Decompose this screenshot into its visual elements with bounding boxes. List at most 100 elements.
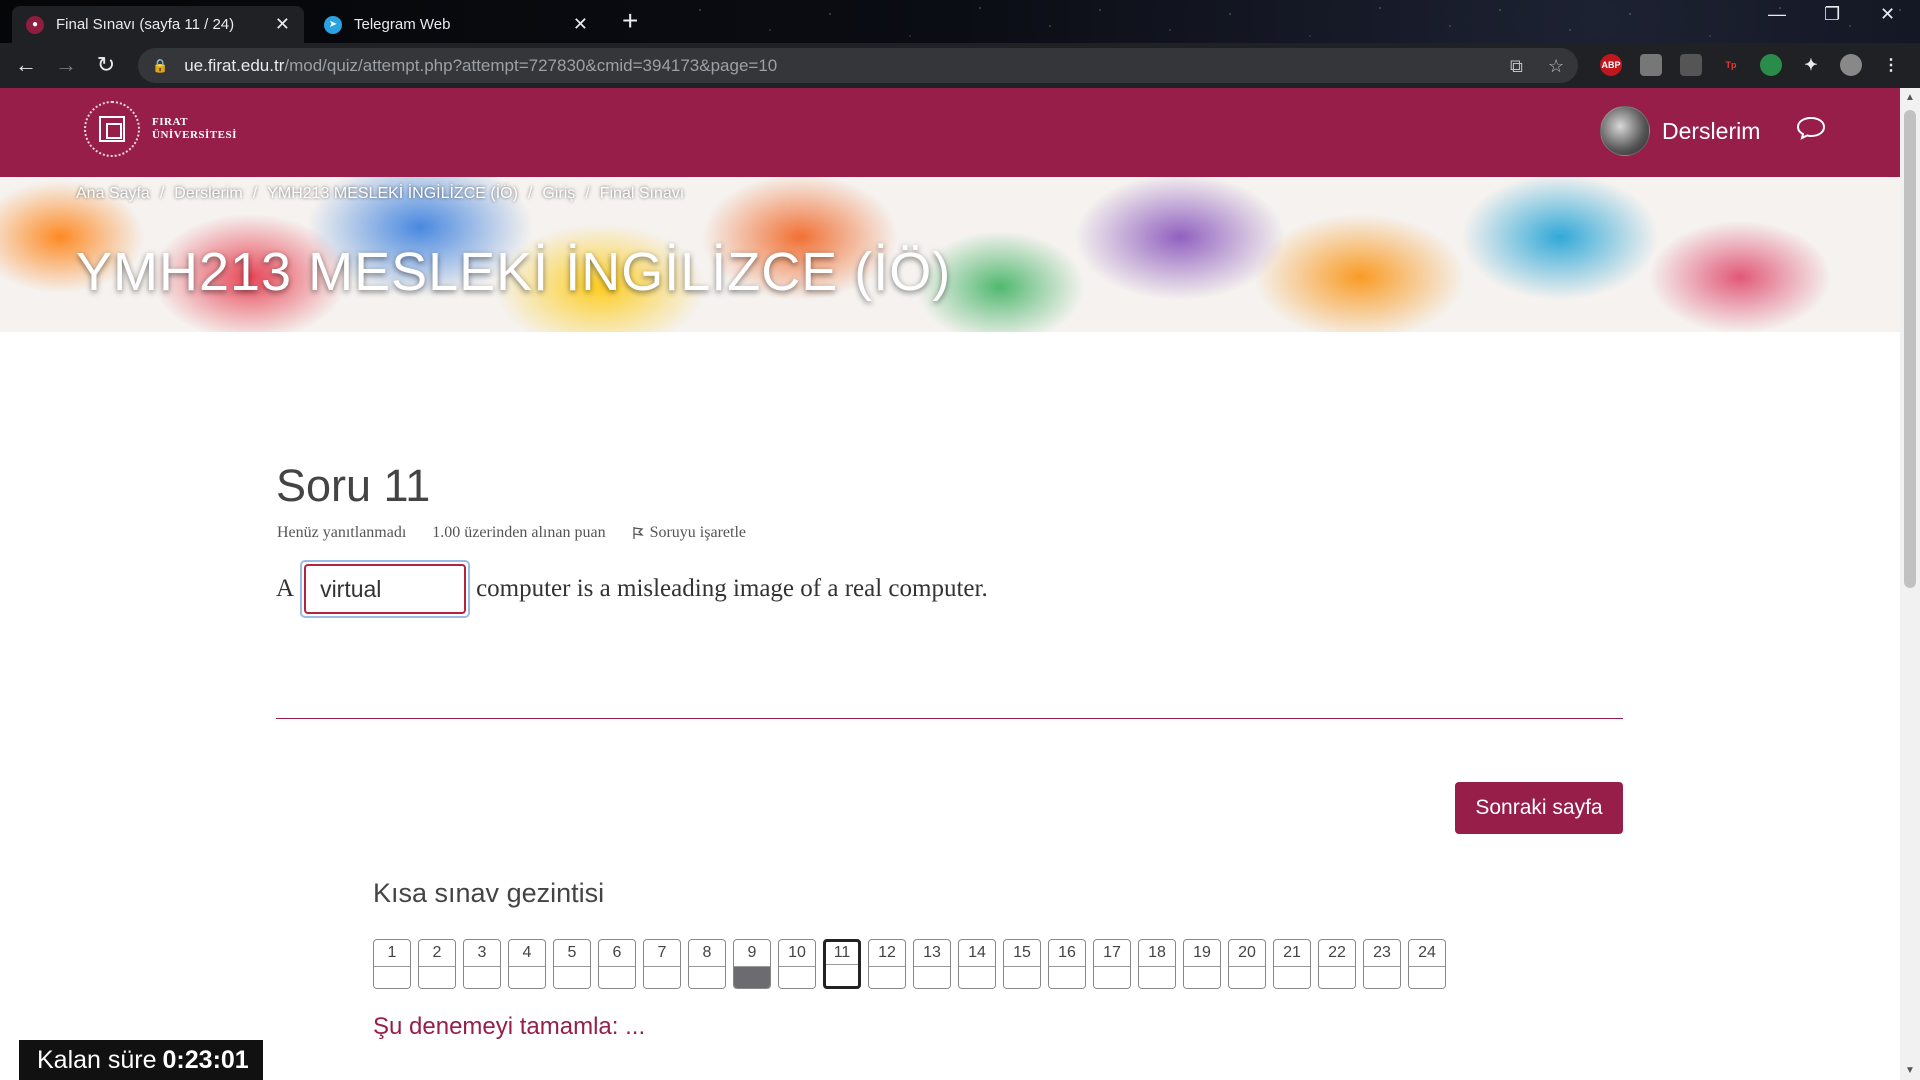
- quiz-nav-number: 6: [612, 944, 622, 961]
- tab-final-sinavi[interactable]: ● Final Sınavı (sayfa 11 / 24) ✕: [12, 6, 304, 43]
- quiz-nav-state: [1409, 966, 1445, 988]
- quiz-nav-number: 13: [923, 944, 941, 961]
- quiz-nav-state: [1004, 966, 1040, 988]
- quiz-nav-button-24[interactable]: 24: [1408, 939, 1446, 989]
- scroll-thumb[interactable]: [1904, 110, 1916, 588]
- page-scrollbar[interactable]: ▲ ▼: [1900, 88, 1920, 1080]
- avatar[interactable]: [1600, 106, 1650, 156]
- minimize-icon[interactable]: —: [1768, 4, 1786, 25]
- quiz-nav-button-11[interactable]: 11: [823, 939, 861, 989]
- restore-icon[interactable]: ❐: [1824, 4, 1840, 25]
- adblock-extension-icon[interactable]: ABP: [1600, 54, 1622, 76]
- telegram-icon: ➤: [324, 15, 342, 34]
- next-page-button[interactable]: Sonraki sayfa: [1455, 782, 1623, 834]
- finish-attempt-link[interactable]: Şu denemeyi tamamla: ...: [373, 1013, 645, 1041]
- quiz-nav-number: 3: [477, 944, 487, 961]
- quiz-nav-state: [464, 966, 500, 988]
- close-tab-icon[interactable]: ✕: [275, 14, 290, 35]
- breadcrumb-course[interactable]: YMH213 MESLEKİ İNGİLİZCE (İÖ): [267, 185, 518, 203]
- quiz-nav-button-17[interactable]: 17: [1093, 939, 1131, 989]
- close-window-icon[interactable]: ✕: [1880, 4, 1895, 25]
- quiz-nav-button-12[interactable]: 12: [868, 939, 906, 989]
- quiz-nav-state: [509, 966, 545, 988]
- quiz-nav-number: 12: [878, 944, 896, 961]
- quiz-nav-button-7[interactable]: 7: [643, 939, 681, 989]
- quiz-nav-number: 7: [657, 944, 667, 961]
- quiz-nav-number: 14: [968, 944, 986, 961]
- quiz-nav-state: [1049, 966, 1085, 988]
- scroll-up-icon[interactable]: ▲: [1905, 92, 1915, 103]
- answer-input[interactable]: [304, 564, 467, 614]
- breadcrumb-section[interactable]: Giriş: [542, 185, 575, 203]
- quiz-nav-state: [1364, 966, 1400, 988]
- chat-bubble-icon[interactable]: [1796, 116, 1826, 140]
- quiz-nav-number: 20: [1238, 944, 1256, 961]
- back-icon[interactable]: ←: [12, 52, 40, 78]
- user-menu-label[interactable]: Derslerim: [1662, 118, 1760, 145]
- forward-icon[interactable]: →: [52, 52, 80, 78]
- quiz-nav-state: [869, 966, 905, 988]
- flag-question-button[interactable]: Soruyu işaretle: [632, 524, 746, 542]
- quiz-nav-button-10[interactable]: 10: [778, 939, 816, 989]
- question-title: Soru 11: [276, 460, 431, 511]
- quiz-nav-state: [734, 966, 770, 988]
- quiz-nav-button-5[interactable]: 5: [553, 939, 591, 989]
- quiz-nav-state: [1274, 966, 1310, 988]
- extension-icon[interactable]: [1680, 54, 1702, 76]
- quiz-nav-button-9[interactable]: 9: [733, 939, 771, 989]
- quiz-nav-button-3[interactable]: 3: [463, 939, 501, 989]
- quiz-nav-button-16[interactable]: 16: [1048, 939, 1086, 989]
- puzzle-extensions-icon[interactable]: ✦: [1800, 54, 1822, 76]
- breadcrumb-courses[interactable]: Derslerim: [174, 185, 242, 203]
- divider: [276, 718, 1623, 719]
- quiz-nav-button-1[interactable]: 1: [373, 939, 411, 989]
- profile-avatar-icon[interactable]: [1840, 54, 1862, 76]
- quiz-nav-state: [419, 966, 455, 988]
- quiz-nav-button-20[interactable]: 20: [1228, 939, 1266, 989]
- quiz-nav-number: 19: [1193, 944, 1211, 961]
- question-status: Henüz yanıtlanmadı: [277, 524, 407, 541]
- quiz-nav-number: 17: [1103, 944, 1121, 961]
- bookmark-star-icon[interactable]: ☆: [1548, 56, 1564, 77]
- tab-label: Final Sınavı (sayfa 11 / 24): [56, 16, 235, 33]
- quiz-nav-state: [1184, 966, 1220, 988]
- quiz-nav-button-4[interactable]: 4: [508, 939, 546, 989]
- quiz-nav-button-19[interactable]: 19: [1183, 939, 1221, 989]
- tp-extension-icon[interactable]: Tp: [1720, 54, 1742, 76]
- breadcrumb-quiz[interactable]: Final Sınavı: [600, 185, 684, 203]
- quiz-nav-button-22[interactable]: 22: [1318, 939, 1356, 989]
- browser-titlebar: ● Final Sınavı (sayfa 11 / 24) ✕ ➤ Teleg…: [0, 0, 1920, 88]
- close-tab-icon[interactable]: ✕: [573, 14, 588, 35]
- quiz-nav-state: [374, 966, 410, 988]
- quiz-navigation: 1 2 3 4 5 6 7 8 9 10 11 12 13 14 15 16 17 18 19 20 21 22 23 24: [373, 939, 1453, 989]
- question-info: Henüz yanıtlanmadı 1.00 üzerinden alınan…: [277, 524, 746, 542]
- flag-icon: [632, 527, 644, 539]
- quiz-nav-button-2[interactable]: 2: [418, 939, 456, 989]
- quiz-nav-button-23[interactable]: 23: [1363, 939, 1401, 989]
- scroll-down-icon[interactable]: ▼: [1905, 1065, 1915, 1076]
- new-tab-button[interactable]: +: [622, 6, 638, 36]
- moodle-favicon-icon: ●: [26, 15, 44, 34]
- breadcrumb-home[interactable]: Ana Sayfa: [76, 185, 150, 203]
- quiz-nav-button-13[interactable]: 13: [913, 939, 951, 989]
- university-logo[interactable]: FIRAT ÜNİVERSİTESİ: [84, 101, 237, 157]
- quiz-nav-button-14[interactable]: 14: [958, 939, 996, 989]
- quiz-nav-number: 4: [522, 944, 532, 961]
- quiz-nav-number: 18: [1148, 944, 1166, 961]
- tab-telegram[interactable]: ➤ Telegram Web ✕: [310, 6, 602, 43]
- quiz-nav-button-18[interactable]: 18: [1138, 939, 1176, 989]
- extension-icon[interactable]: [1760, 54, 1782, 76]
- translate-icon[interactable]: ⧉: [1510, 56, 1523, 77]
- quiz-nav-button-6[interactable]: 6: [598, 939, 636, 989]
- course-banner: Ana Sayfa / Derslerim / YMH213 MESLEKİ İNG…: [0, 177, 1900, 332]
- quiz-nav-button-15[interactable]: 15: [1003, 939, 1041, 989]
- reload-icon[interactable]: ↻: [92, 52, 120, 78]
- quiz-navigation-title: Kısa sınav gezintisi: [373, 878, 605, 908]
- quiz-nav-number: 22: [1328, 944, 1346, 961]
- menu-kebab-icon[interactable]: ⋮: [1880, 54, 1902, 76]
- quiz-nav-button-8[interactable]: 8: [688, 939, 726, 989]
- quiz-nav-button-21[interactable]: 21: [1273, 939, 1311, 989]
- extension-icon[interactable]: [1640, 54, 1662, 76]
- address-bar[interactable]: 🔒 ue.firat.edu.tr /mod/quiz/attempt.php?…: [138, 48, 1578, 83]
- user-menu[interactable]: Derslerim: [1600, 106, 1760, 156]
